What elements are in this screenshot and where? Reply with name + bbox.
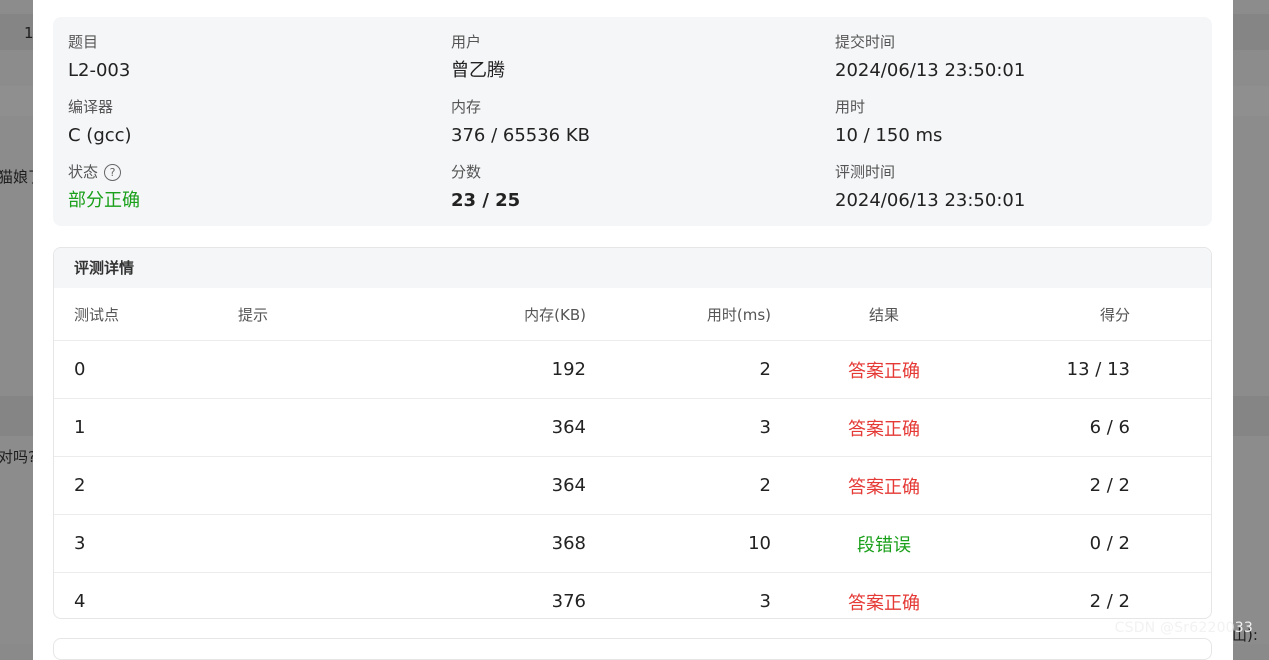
score-label: 分数: [451, 163, 482, 181]
status-field: 状态 ? 部分正确: [68, 161, 140, 213]
status-value: 部分正确: [68, 190, 140, 211]
table-row: 2 364 2 答案正确 2 / 2: [54, 456, 1211, 515]
judge-time-label: 评测时间: [835, 163, 896, 181]
memory-label: 内存: [451, 98, 482, 116]
user-value[interactable]: 曾乙腾: [451, 59, 505, 83]
testcase-result: 答案正确: [772, 572, 996, 618]
testcase-time: 3: [587, 572, 772, 618]
column-header-time: 用时(ms): [706, 305, 771, 324]
testcase-time: 2: [587, 340, 772, 399]
testcase-id: 1: [54, 398, 237, 457]
time-used-field: 用时 10 / 150 ms: [835, 96, 942, 148]
problem-value[interactable]: L2-003: [68, 59, 130, 83]
submit-time-value: 2024/06/13 23:50:01: [835, 60, 1026, 81]
column-header-score: 得分: [1099, 305, 1130, 324]
problem-label: 题目: [68, 33, 99, 51]
testcase-memory: 364: [379, 398, 587, 457]
time-used-label: 用时: [835, 98, 866, 116]
table-header-row: 测试点 提示 内存(KB) 用时(ms) 结果 得分: [54, 288, 1211, 341]
compiler-field: 编译器 C (gcc): [68, 96, 132, 148]
testcase-result: 答案正确: [772, 340, 996, 399]
next-card: [53, 638, 1212, 660]
column-header-testcase: 测试点: [74, 305, 120, 324]
testcase-table: 测试点 提示 内存(KB) 用时(ms) 结果 得分 0 192 2 答案正确 …: [54, 288, 1211, 618]
column-header-memory: 内存(KB): [524, 305, 586, 324]
compiler-value: C (gcc): [68, 125, 132, 146]
testcase-hint: [237, 572, 379, 618]
watermark: CSDN @Sr6220033: [1114, 620, 1253, 636]
testcase-time: 2: [587, 456, 772, 515]
time-used-value: 10 / 150 ms: [835, 125, 943, 146]
judge-detail-card: 评测详情 测试点 提示 内存(KB) 用时(ms) 结果 得分 0 192 2: [53, 247, 1212, 619]
testcase-score: 2 / 2: [996, 572, 1211, 618]
submission-summary: 题目 L2-003 用户 曾乙腾 提交时间 2024/06/13 23:50:0…: [53, 17, 1212, 226]
score-field: 分数 23 / 25: [451, 161, 520, 213]
compiler-label: 编译器: [68, 98, 114, 116]
testcase-time: 3: [587, 398, 772, 457]
testcase-memory: 364: [379, 456, 587, 515]
submit-time-label: 提交时间: [835, 33, 896, 51]
testcase-score: 0 / 2: [996, 514, 1211, 573]
judge-detail-title: 评测详情: [54, 248, 1211, 288]
table-row: 0 192 2 答案正确 13 / 13: [54, 340, 1211, 399]
testcase-score: 2 / 2: [996, 456, 1211, 515]
user-field: 用户 曾乙腾: [451, 31, 505, 83]
question-circle-icon[interactable]: ?: [104, 163, 122, 181]
testcase-memory: 368: [379, 514, 587, 573]
memory-field: 内存 376 / 65536 KB: [451, 96, 590, 148]
testcase-id: 4: [54, 572, 237, 618]
testcase-id: 0: [54, 340, 237, 399]
score-value: 23 / 25: [451, 190, 521, 211]
table-row: 4 376 3 答案正确 2 / 2: [54, 572, 1211, 618]
judge-time-field: 评测时间 2024/06/13 23:50:01: [835, 161, 1025, 213]
submit-time-field: 提交时间 2024/06/13 23:50:01: [835, 31, 1025, 83]
memory-value: 376 / 65536 KB: [451, 125, 590, 146]
judge-time-value: 2024/06/13 23:50:01: [835, 190, 1026, 211]
testcase-id: 2: [54, 456, 237, 515]
testcase-id: 3: [54, 514, 237, 573]
testcase-hint: [237, 398, 379, 457]
testcase-hint: [237, 514, 379, 573]
status-label-row: 状态 ?: [68, 161, 140, 183]
column-header-hint: 提示: [238, 305, 269, 324]
testcase-hint: [237, 456, 379, 515]
column-header-result: 结果: [868, 305, 899, 324]
testcase-score: 13 / 13: [996, 340, 1211, 399]
problem-field: 题目 L2-003: [68, 31, 130, 83]
status-label: 状态: [68, 163, 99, 181]
table-row: 3 368 10 段错误 0 / 2: [54, 514, 1211, 573]
testcase-memory: 376: [379, 572, 587, 618]
testcase-result: 答案正确: [772, 398, 996, 457]
testcase-result: 答案正确: [772, 456, 996, 515]
testcase-hint: [237, 340, 379, 399]
testcase-score: 6 / 6: [996, 398, 1211, 457]
user-label: 用户: [451, 33, 482, 51]
testcase-result: 段错误: [772, 514, 996, 573]
testcase-memory: 192: [379, 340, 587, 399]
submission-modal: 题目 L2-003 用户 曾乙腾 提交时间 2024/06/13 23:50:0…: [33, 0, 1233, 660]
table-row: 1 364 3 答案正确 6 / 6: [54, 398, 1211, 457]
testcase-time: 10: [587, 514, 772, 573]
background-text: 对吗?: [0, 448, 36, 466]
